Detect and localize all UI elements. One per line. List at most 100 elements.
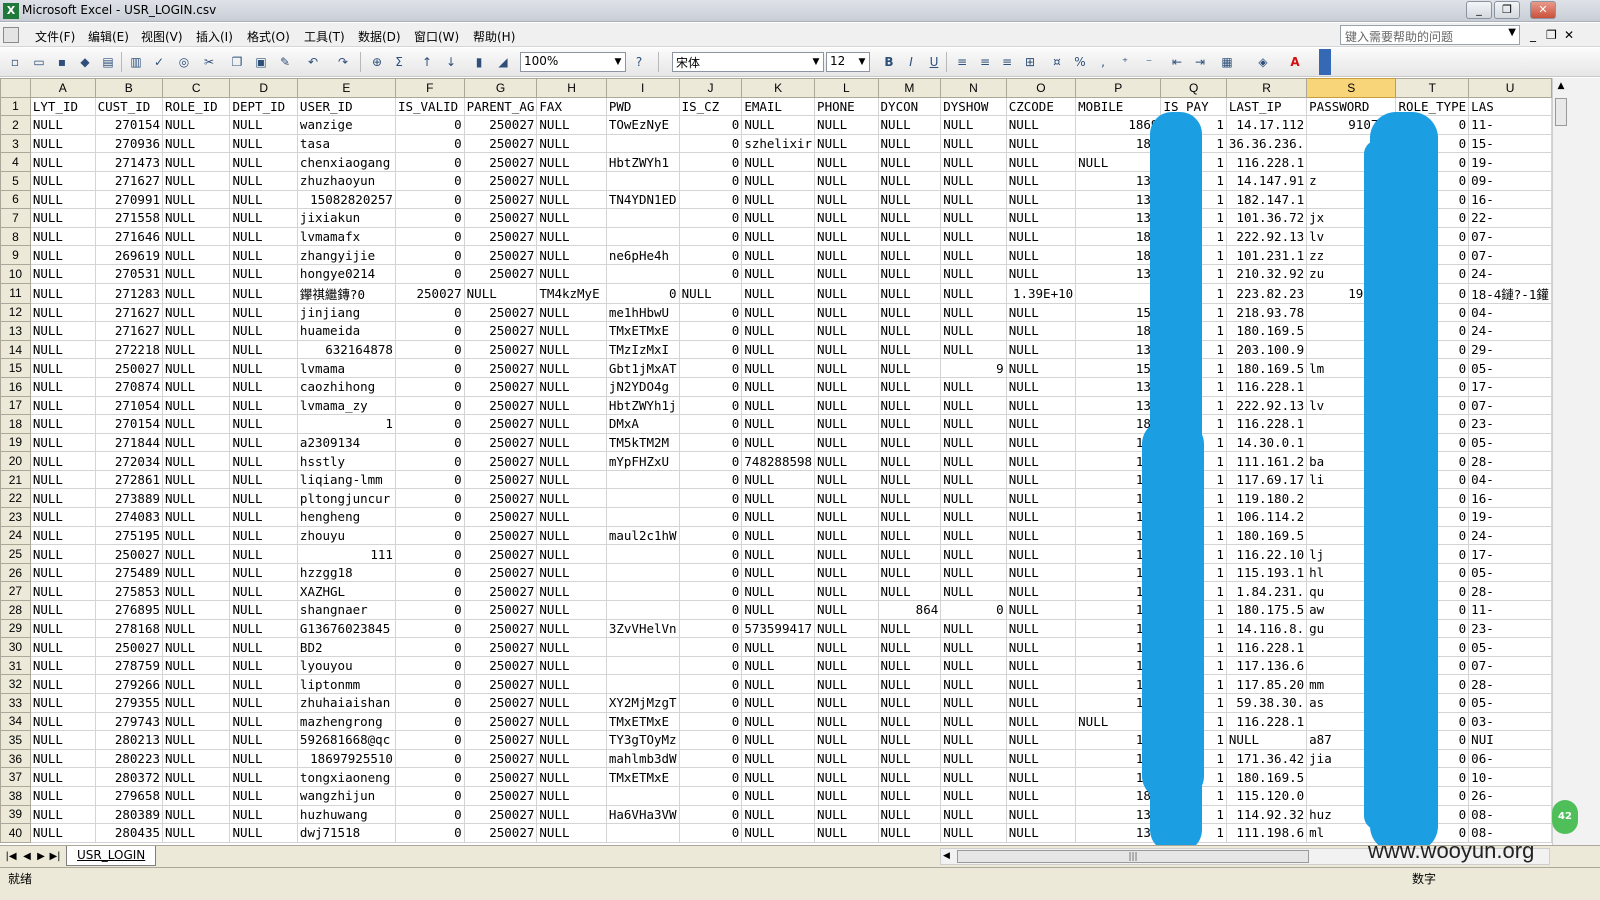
table-cell[interactable]: 05- [1468, 637, 1552, 657]
table-cell[interactable]: NULL [1005, 637, 1077, 657]
table-cell[interactable]: 26- [1468, 785, 1552, 806]
table-cell[interactable] [605, 823, 680, 843]
table-cell[interactable]: 0 [394, 358, 465, 378]
table-cell[interactable] [605, 544, 680, 564]
table-cell[interactable]: NULL [162, 693, 231, 713]
table-cell[interactable]: tongxiaoneng [296, 767, 396, 787]
table-cell[interactable]: NULL [536, 823, 607, 843]
row-header[interactable]: 13 [0, 321, 31, 341]
table-cell[interactable]: NULL [1005, 655, 1077, 676]
table-cell[interactable] [605, 488, 680, 509]
table-cell[interactable]: DYCON [877, 96, 942, 117]
row-header[interactable]: 9 [0, 245, 31, 265]
table-cell[interactable] [605, 600, 680, 620]
table-cell[interactable]: NULL [536, 748, 607, 769]
align-left-icon[interactable]: ≡ [953, 53, 971, 71]
table-cell[interactable]: NULL [162, 115, 231, 135]
table-cell[interactable]: 250027 [463, 785, 538, 806]
table-cell[interactable]: NULL [814, 358, 879, 378]
table-cell[interactable]: NULL [1005, 600, 1077, 620]
table-cell[interactable]: 36.36.236. [1225, 133, 1308, 154]
table-cell[interactable]: USER_ID [296, 96, 396, 117]
table-cell[interactable]: 15- [1468, 133, 1552, 154]
vertical-scrollbar[interactable]: ▲ [1552, 78, 1568, 845]
table-cell[interactable]: PHONE [814, 96, 879, 117]
table-cell[interactable]: 0 [678, 823, 743, 843]
table-cell[interactable]: 28- [1468, 451, 1552, 471]
table-cell[interactable]: 0 [678, 376, 743, 397]
table-cell[interactable]: lvmamafx [296, 226, 396, 247]
chevron-down-icon[interactable]: ▼ [612, 53, 624, 71]
scroll-thumb[interactable] [1555, 98, 1567, 126]
table-cell[interactable]: NULL [877, 245, 942, 265]
table-cell[interactable]: 250027 [463, 655, 538, 676]
table-cell[interactable]: NULL [536, 170, 607, 191]
table-cell[interactable]: 182.147.1 [1225, 189, 1308, 210]
table-cell[interactable]: FAX [536, 96, 607, 117]
table-cell[interactable]: 19- [1468, 152, 1552, 172]
table-cell[interactable]: 272034 [94, 451, 164, 471]
row-header[interactable]: 16 [0, 376, 31, 397]
table-cell[interactable]: chenxiaogang [296, 152, 396, 172]
table-cell[interactable]: 59.38.30. [1225, 693, 1308, 713]
table-cell[interactable]: 270991 [94, 189, 164, 210]
table-cell[interactable]: 0 [678, 637, 743, 657]
table-cell[interactable]: TOwEzNyE [605, 115, 680, 135]
table-cell[interactable]: TN4YDN1ED [605, 189, 680, 210]
table-cell[interactable]: NULL [536, 674, 607, 694]
table-cell[interactable]: 0 [678, 115, 743, 135]
table-cell[interactable]: 250027 [463, 618, 538, 639]
table-cell[interactable]: NULL [162, 785, 231, 806]
last-sheet-icon[interactable]: ▶| [48, 849, 62, 865]
table-cell[interactable]: mahlmb3dW [605, 748, 680, 769]
table-cell[interactable]: NULL [814, 152, 879, 172]
table-cell[interactable]: 278759 [94, 655, 164, 676]
table-cell[interactable]: NULL [29, 245, 96, 265]
table-cell[interactable]: 0 [678, 133, 743, 154]
table-cell[interactable]: NULL [877, 785, 942, 806]
chevron-down-icon[interactable]: ▼ [856, 53, 868, 71]
table-cell[interactable]: NULL [162, 637, 231, 657]
table-cell[interactable]: 180.169.5 [1225, 321, 1308, 341]
table-cell[interactable]: 271558 [94, 208, 164, 228]
table-cell[interactable]: 273889 [94, 488, 164, 509]
row-header[interactable]: 27 [0, 581, 31, 602]
table-cell[interactable]: zhouyu [296, 525, 396, 546]
align-right-icon[interactable]: ≡ [998, 53, 1016, 71]
table-cell[interactable]: NULL [877, 655, 942, 676]
table-cell[interactable]: 05- [1468, 562, 1552, 583]
table-cell[interactable]: NULL [814, 823, 879, 843]
table-cell[interactable]: NULL [1005, 115, 1077, 135]
table-cell[interactable]: NULL [29, 544, 96, 564]
table-cell[interactable]: NULL [1005, 581, 1077, 602]
table-cell[interactable]: NULL [229, 302, 298, 323]
table-cell[interactable]: NULL [877, 263, 942, 284]
align-center-icon[interactable]: ≡ [976, 53, 994, 71]
table-cell[interactable]: NULL [877, 376, 942, 397]
table-cell[interactable]: NULL [536, 469, 607, 490]
column-header-k[interactable]: K [741, 78, 816, 98]
table-cell[interactable]: NULL [741, 525, 816, 546]
table-cell[interactable]: lvmama [296, 358, 396, 378]
table-cell[interactable]: 632164878 [296, 339, 396, 360]
table-cell[interactable]: 9 [940, 358, 1007, 378]
table-cell[interactable]: NULL [1005, 208, 1077, 228]
table-cell[interactable]: NULL [1225, 730, 1308, 750]
table-cell[interactable]: NULL [741, 414, 816, 434]
table-cell[interactable]: NULL [940, 451, 1007, 471]
table-cell[interactable]: NULL [814, 282, 879, 304]
table-cell[interactable]: NULL [162, 544, 231, 564]
table-cell[interactable]: 0 [678, 655, 743, 676]
table-cell[interactable]: NULL [877, 581, 942, 602]
table-cell[interactable]: 250027 [463, 189, 538, 210]
table-cell[interactable]: NULL [29, 263, 96, 284]
table-cell[interactable]: 16- [1468, 488, 1552, 509]
table-cell[interactable]: NULL [1005, 525, 1077, 546]
table-cell[interactable]: 0 [394, 711, 465, 732]
print-preview-icon[interactable]: ▥ [127, 53, 145, 71]
table-cell[interactable]: NULL [162, 525, 231, 546]
table-cell[interactable]: 250027 [463, 544, 538, 564]
row-header[interactable]: 34 [0, 711, 31, 732]
table-cell[interactable]: NULL [814, 170, 879, 191]
table-cell[interactable]: NULL [877, 170, 942, 191]
